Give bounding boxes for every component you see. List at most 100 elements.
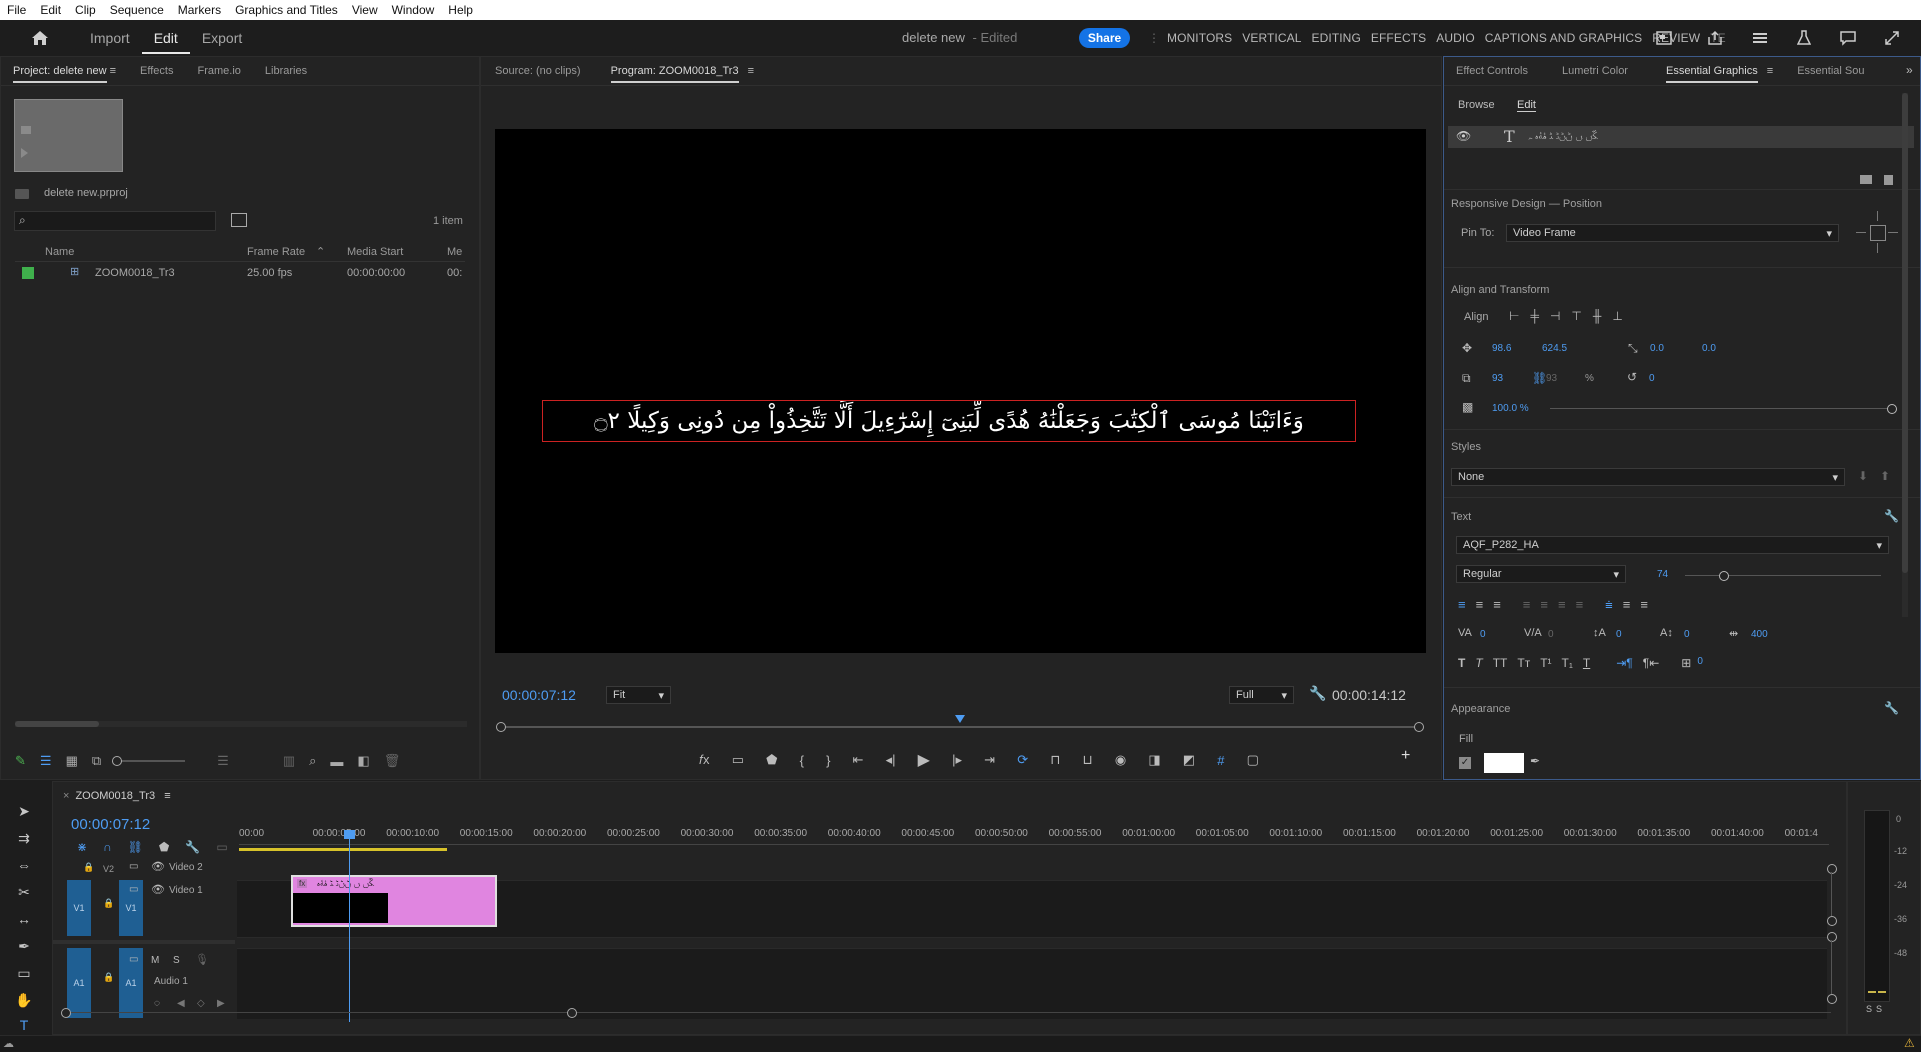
subtab-browse[interactable]: Browse bbox=[1458, 99, 1495, 111]
rectangle-tool-icon[interactable]: ▭ bbox=[14, 963, 34, 983]
audio-scroll-top[interactable] bbox=[1827, 932, 1837, 942]
rtl-direction-icon[interactable]: ¶⇤ bbox=[1643, 656, 1660, 670]
new-bin-icon[interactable]: ▬ bbox=[330, 754, 343, 769]
sequence-tab[interactable]: × ZOOM0018_Tr3 ≡ bbox=[63, 790, 171, 802]
clear-icon[interactable]: 🗑 bbox=[384, 753, 401, 769]
track-visibility-icon[interactable]: 👁 bbox=[151, 883, 165, 896]
h-scroll-right-handle[interactable] bbox=[567, 1008, 577, 1018]
lock-icon[interactable]: 🔒 bbox=[83, 862, 94, 873]
tab-effect-controls[interactable]: Effect Controls bbox=[1444, 65, 1540, 77]
anchor-x[interactable]: 0.0 bbox=[1650, 343, 1664, 354]
compare-icon[interactable]: ◨ bbox=[1148, 752, 1160, 768]
tsume-value[interactable]: 400 bbox=[1751, 629, 1768, 640]
col-media-start[interactable]: Media Start bbox=[347, 246, 403, 258]
font-size-slider[interactable] bbox=[1685, 571, 1881, 581]
col-frame-rate[interactable]: Frame Rate bbox=[247, 246, 305, 258]
tab-libraries[interactable]: Libraries bbox=[253, 65, 319, 77]
opacity-slider-knob[interactable] bbox=[1887, 404, 1897, 414]
font-size-value[interactable]: 74 bbox=[1657, 569, 1668, 580]
pin-to-dropdown[interactable]: Video Frame ▾ bbox=[1506, 224, 1839, 242]
new-item-icon[interactable]: ◧ bbox=[357, 753, 369, 769]
workspace-vertical[interactable]: VERTICAL bbox=[1237, 31, 1306, 45]
menu-graphics[interactable]: Graphics and Titles bbox=[228, 3, 345, 17]
pin-edges-widget[interactable] bbox=[1856, 211, 1900, 255]
menu-sequence[interactable]: Sequence bbox=[103, 3, 171, 17]
underline-icon[interactable]: T bbox=[1583, 656, 1590, 670]
add-keyframe-icon[interactable]: ◇ bbox=[197, 998, 205, 1009]
playhead-handle[interactable] bbox=[344, 830, 356, 839]
align-center-h-icon[interactable]: ╪ bbox=[1530, 309, 1539, 323]
add-marker-icon[interactable]: ⬟ bbox=[159, 840, 169, 854]
align-top-icon[interactable]: ⊤ bbox=[1571, 309, 1581, 323]
next-keyframe-icon[interactable]: ▶ bbox=[217, 998, 225, 1009]
timeline-settings-wrench-icon[interactable]: 🔧 bbox=[185, 840, 200, 854]
step-forward-icon[interactable]: |▸ bbox=[952, 752, 962, 768]
pen-tool-icon[interactable]: ✒ bbox=[14, 936, 34, 956]
project-thumbnail[interactable] bbox=[14, 99, 123, 172]
tab-essential-graphics[interactable]: Essential Graphics ≡ bbox=[1640, 65, 1785, 83]
tab-lumetri[interactable]: Lumetri Color bbox=[1540, 65, 1640, 77]
add-marker-icon[interactable]: ⬟ bbox=[766, 752, 777, 768]
zoom-dropdown[interactable]: Fit ▾ bbox=[606, 686, 671, 704]
small-caps-icon[interactable]: Tт bbox=[1517, 656, 1530, 670]
keyframe-icon[interactable]: ◌ bbox=[154, 998, 160, 1009]
audio-1-lane[interactable] bbox=[237, 948, 1827, 1019]
position-x[interactable]: 98.6 bbox=[1492, 343, 1511, 354]
sync-lock-icon[interactable]: ▭ bbox=[129, 861, 138, 872]
button-editor-icon[interactable]: + bbox=[1401, 747, 1410, 765]
timeline-timecode[interactable]: 00:00:07:12 bbox=[71, 816, 150, 833]
razor-tool-icon[interactable]: ✂ bbox=[14, 882, 34, 902]
justify-left-icon[interactable]: ≡ bbox=[1523, 597, 1531, 613]
play-button-icon[interactable]: ▶ bbox=[918, 750, 930, 770]
workspace-editing[interactable]: EDITING bbox=[1307, 31, 1366, 45]
automate-icon[interactable]: ▥ bbox=[283, 753, 295, 769]
label-color-swatch[interactable] bbox=[22, 267, 34, 279]
tab-project[interactable]: Project: delete new ≡ bbox=[1, 65, 128, 83]
safe-margins-icon[interactable]: # bbox=[1217, 753, 1224, 768]
overlay-icon[interactable]: ▢ bbox=[1247, 752, 1259, 768]
tab-program[interactable]: Program: ZOOM0018_Tr3 ≡ bbox=[593, 65, 766, 83]
text-wrench-icon[interactable]: 🔧 bbox=[1884, 509, 1899, 523]
find-icon[interactable]: ⌕ bbox=[309, 753, 316, 769]
playhead-marker[interactable] bbox=[955, 715, 965, 723]
prev-keyframe-icon[interactable]: ◀ bbox=[177, 998, 185, 1009]
new-search-bin-icon[interactable] bbox=[231, 213, 247, 227]
type-tool-icon[interactable]: T bbox=[14, 1015, 34, 1035]
align-bottom-text-icon[interactable]: ≡ bbox=[1640, 597, 1648, 613]
align-text-right-icon[interactable]: ≡ bbox=[1493, 597, 1501, 613]
search-input[interactable]: ⌕ bbox=[14, 211, 216, 231]
font-dropdown[interactable]: AQF_P282_HA ▾ bbox=[1456, 536, 1889, 554]
quick-export-icon[interactable] bbox=[1750, 28, 1770, 48]
mute-button[interactable]: M bbox=[151, 955, 159, 966]
tab-source[interactable]: Source: (no clips) bbox=[481, 65, 593, 77]
align-top-text-icon[interactable]: ⩧ bbox=[1605, 597, 1613, 613]
scrollbar-thumb[interactable] bbox=[15, 721, 99, 727]
sort-ascending-icon[interactable]: ⌃ bbox=[316, 245, 325, 258]
linked-selection-icon[interactable]: ⛓ bbox=[128, 840, 143, 854]
position-y[interactable]: 624.5 bbox=[1542, 343, 1567, 354]
font-style-dropdown[interactable]: Regular ▾ bbox=[1456, 565, 1626, 583]
kerning-value[interactable]: 0 bbox=[1480, 629, 1486, 640]
share-button[interactable]: Share bbox=[1079, 28, 1130, 48]
baseline-value[interactable]: 0 bbox=[1684, 629, 1690, 640]
subscript-icon[interactable]: T₁ bbox=[1562, 656, 1573, 670]
col-media-end[interactable]: Me bbox=[447, 246, 462, 258]
go-to-in-icon[interactable]: ⇤ bbox=[853, 752, 864, 768]
lock-icon[interactable]: 🔒 bbox=[103, 898, 114, 909]
solo-button[interactable]: S bbox=[173, 955, 180, 966]
settings-wrench-icon[interactable]: 🔧 bbox=[1309, 685, 1326, 702]
layer-row[interactable]: 👁 T ﮝﮞ ﮟ ﮠﮡﮢ ﮣ ﮤﮥﮦ ﮧ bbox=[1448, 126, 1914, 148]
video-scroll-top[interactable] bbox=[1827, 864, 1837, 874]
workspace-menu-icon[interactable] bbox=[1654, 28, 1674, 48]
playhead-timecode[interactable]: 00:00:07:12 bbox=[502, 687, 576, 703]
menu-clip[interactable]: Clip bbox=[68, 3, 103, 17]
source-patch-a1[interactable]: A1 bbox=[67, 948, 91, 1018]
opacity-slider[interactable] bbox=[1550, 404, 1897, 414]
subtab-edit[interactable]: Edit bbox=[1517, 99, 1536, 112]
scrub-in-handle[interactable] bbox=[496, 722, 506, 732]
ltr-direction-icon[interactable]: ⇥¶ bbox=[1616, 656, 1633, 670]
step-back-icon[interactable]: ◂| bbox=[886, 752, 896, 768]
home-icon[interactable] bbox=[22, 30, 58, 46]
menu-help[interactable]: Help bbox=[441, 3, 480, 17]
go-to-out-icon[interactable]: ⇥ bbox=[984, 752, 995, 768]
